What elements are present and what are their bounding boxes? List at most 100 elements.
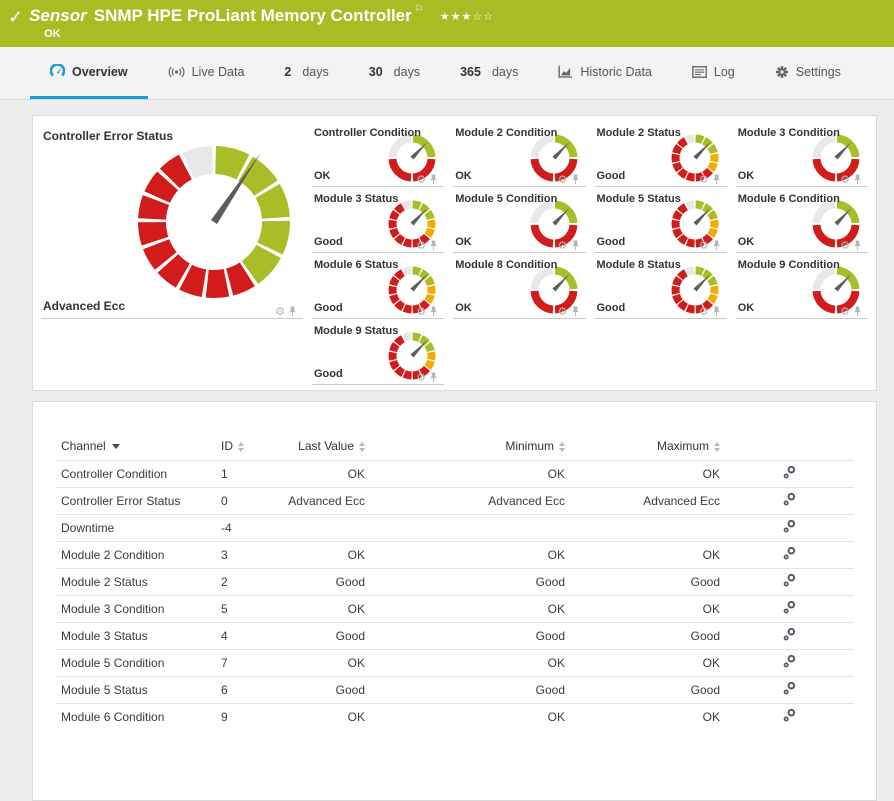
sort-icon[interactable] [359, 441, 365, 452]
gear-icon[interactable]: ⚙ [275, 306, 285, 317]
gear-icon[interactable]: ⚙ [699, 306, 709, 317]
pin-icon[interactable] [429, 240, 438, 251]
tile-title: Module 3 Status [314, 193, 399, 205]
cell-channel[interactable]: Controller Condition [57, 459, 217, 487]
cell-channel[interactable]: Module 5 Condition [57, 648, 217, 676]
channel-settings-icon[interactable] [783, 573, 796, 587]
pin-icon[interactable] [571, 174, 580, 185]
pin-icon[interactable] [429, 306, 438, 317]
channel-settings-icon[interactable] [783, 465, 796, 479]
tab-365-days[interactable]: 365 days [440, 47, 538, 99]
gauge-tile-module-8-status[interactable]: Module 8 Status Good ⚙ [594, 253, 727, 319]
tab-overview[interactable]: Overview [30, 47, 148, 99]
pin-icon[interactable] [571, 306, 580, 317]
pin-icon[interactable] [429, 372, 438, 383]
tab-live-data[interactable]: Live Data [148, 47, 265, 99]
cell-channel[interactable]: Module 2 Status [57, 567, 217, 595]
tab-settings[interactable]: Settings [755, 47, 861, 99]
gauge-tile-module-6-status[interactable]: Module 6 Status Good ⚙ [312, 253, 445, 319]
cell-channel[interactable]: Module 3 Status [57, 621, 217, 649]
gear-icon [775, 65, 789, 79]
tab-30-days[interactable]: 30 days [349, 47, 440, 99]
channel-settings-icon[interactable] [783, 627, 796, 641]
pin-icon[interactable] [853, 306, 862, 317]
column-header-channel[interactable]: Channel [57, 432, 217, 460]
tab-bar: Overview Live Data 2 days 30 days 365 days Histo… [0, 47, 894, 100]
gear-icon[interactable]: ⚙ [840, 174, 850, 185]
column-header-last-value[interactable]: Last Value [267, 432, 369, 460]
pin-icon[interactable] [853, 240, 862, 251]
table-row: Module 3 Condition 5 OK OK OK [57, 594, 854, 622]
tab-historic-data[interactable]: Historic Data [538, 47, 672, 99]
column-header-id[interactable]: ID [217, 432, 267, 460]
tile-value: Good [596, 236, 626, 248]
tab-label: Live Data [191, 64, 245, 79]
channel-edit-glyph [783, 681, 795, 695]
channel-settings-icon[interactable] [783, 681, 796, 695]
pin-icon[interactable] [712, 306, 721, 317]
tab-label-number: 2 [284, 64, 292, 79]
channel-settings-icon[interactable] [783, 654, 796, 668]
channel-edit-glyph [783, 573, 795, 587]
column-header-minimum[interactable]: Minimum [369, 432, 569, 460]
cell-channel[interactable]: Controller Error Status [57, 486, 217, 514]
pin-icon[interactable] [712, 240, 721, 251]
gear-icon[interactable]: ⚙ [416, 306, 426, 317]
channel-table-panel: Channel ID Last Value Minimum Maximum Contro… [32, 401, 877, 801]
channel-settings-icon[interactable] [783, 546, 796, 560]
column-header-maximum[interactable]: Maximum [569, 432, 724, 460]
gauge-tile-controller-error-status[interactable]: Controller Error Status Advanced Ecc ⚙ [41, 121, 303, 319]
gear-icon[interactable]: ⚙ [558, 306, 568, 317]
gauge-tile-module-9-condition[interactable]: Module 9 Condition OK ⚙ [735, 253, 868, 319]
table-row: Downtime -4 [57, 513, 854, 541]
pin-icon[interactable] [288, 306, 297, 317]
tile-title: Controller Error Status [43, 129, 174, 143]
pin-icon[interactable] [429, 174, 438, 185]
cell-channel[interactable]: Module 2 Condition [57, 540, 217, 568]
gear-icon[interactable]: ⚙ [840, 240, 850, 251]
cell-channel[interactable]: Module 6 Condition [57, 702, 217, 730]
gauge-needle [551, 141, 570, 160]
pin-glyph [713, 174, 720, 185]
gauge-tile-module-2-condition[interactable]: Module 2 Condition OK ⚙ [453, 121, 586, 187]
cell-channel[interactable]: Module 3 Condition [57, 594, 217, 622]
sort-icon[interactable] [714, 441, 720, 452]
pin-icon[interactable] [571, 240, 580, 251]
gauge-tile-module-5-status[interactable]: Module 5 Status Good ⚙ [594, 187, 727, 253]
pin-icon[interactable] [712, 174, 721, 185]
flag-icon[interactable]: ⚐ [415, 5, 424, 15]
gear-icon[interactable]: ⚙ [416, 372, 426, 383]
gear-icon[interactable]: ⚙ [699, 174, 709, 185]
tile-title: Module 9 Status [314, 325, 399, 337]
tab-2-days[interactable]: 2 days [264, 47, 348, 99]
gauge-tile-module-8-condition[interactable]: Module 8 Condition OK ⚙ [453, 253, 586, 319]
channel-settings-icon[interactable] [783, 492, 796, 506]
sort-icon[interactable] [238, 441, 244, 452]
cell-channel[interactable]: Module 5 Status [57, 675, 217, 703]
gauge-tile-module-3-status[interactable]: Module 3 Status Good ⚙ [312, 187, 445, 253]
sort-icon[interactable] [559, 441, 565, 452]
channel-settings-icon[interactable] [783, 708, 796, 722]
gear-icon[interactable]: ⚙ [416, 174, 426, 185]
star-rating[interactable]: ★★★☆☆ [440, 6, 494, 27]
pin-glyph [289, 306, 296, 317]
gauge-tile-module-9-status[interactable]: Module 9 Status Good ⚙ [312, 319, 445, 385]
sort-desc-icon[interactable] [111, 444, 120, 450]
gauge-tile-controller-condition[interactable]: Controller Condition OK ⚙ [312, 121, 445, 187]
gauge-tile-module-3-condition[interactable]: Module 3 Condition OK ⚙ [735, 121, 868, 187]
gauge-tile-module-6-condition[interactable]: Module 6 Condition OK ⚙ [735, 187, 868, 253]
gear-icon[interactable]: ⚙ [840, 306, 850, 317]
pin-icon[interactable] [853, 174, 862, 185]
gauge-tile-module-5-condition[interactable]: Module 5 Condition OK ⚙ [453, 187, 586, 253]
gauge-tile-module-2-status[interactable]: Module 2 Status Good ⚙ [594, 121, 727, 187]
gear-icon[interactable]: ⚙ [699, 240, 709, 251]
channel-settings-icon[interactable] [783, 519, 796, 533]
tab-log[interactable]: Log [672, 47, 755, 99]
channel-settings-icon[interactable] [783, 600, 796, 614]
tile-value: OK [737, 170, 755, 182]
gear-icon[interactable]: ⚙ [558, 174, 568, 185]
cell-channel[interactable]: Downtime [57, 513, 217, 541]
tab-label: Log [713, 64, 735, 79]
gear-icon[interactable]: ⚙ [416, 240, 426, 251]
gear-icon[interactable]: ⚙ [558, 240, 568, 251]
